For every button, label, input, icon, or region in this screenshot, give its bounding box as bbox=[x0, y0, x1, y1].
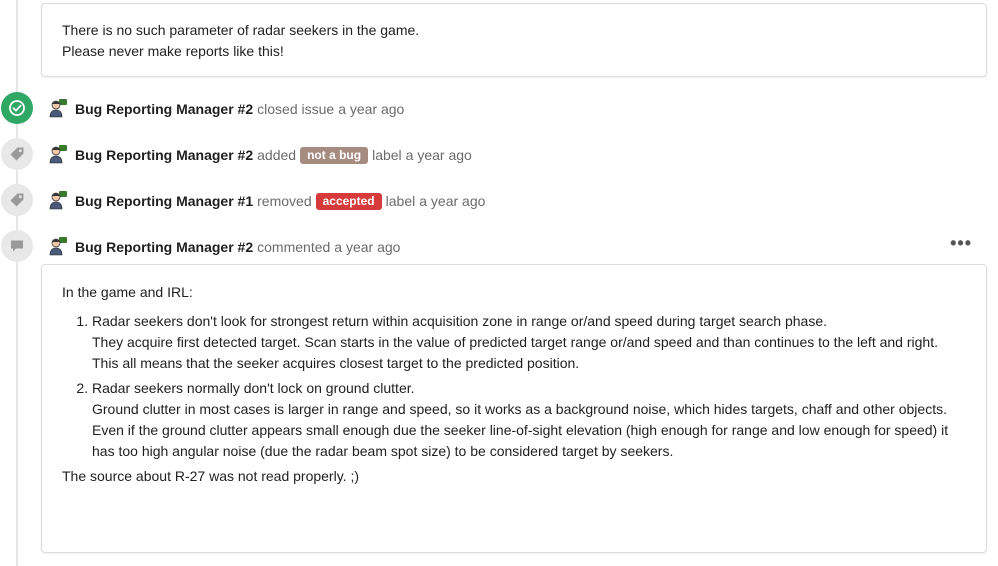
list-item: Radar seekers normally don't lock on gro… bbox=[92, 378, 966, 462]
list-item-line: Radar seekers don't look for strongest r… bbox=[92, 313, 827, 329]
avatar[interactable] bbox=[48, 98, 68, 118]
avatar[interactable] bbox=[48, 236, 68, 256]
avatar[interactable] bbox=[48, 144, 68, 164]
event-suffix: label bbox=[372, 147, 402, 163]
event-time[interactable]: a year ago bbox=[334, 237, 400, 257]
list-item-line: This all means that the seeker acquires … bbox=[92, 355, 580, 371]
label-accepted[interactable]: accepted bbox=[315, 192, 382, 210]
event-text: Bug Reporting Manager #1 removed accepte… bbox=[75, 191, 485, 211]
timeline-line bbox=[16, 0, 18, 566]
comment-card: In the game and IRL: Radar seekers don't… bbox=[41, 264, 987, 553]
label-not-a-bug[interactable]: not a bug bbox=[300, 146, 369, 164]
comment-icon bbox=[1, 230, 33, 262]
issue-timeline: There is no such parameter of radar seek… bbox=[0, 0, 998, 566]
event-action: added bbox=[257, 147, 297, 163]
comment-intro: In the game and IRL: bbox=[62, 284, 193, 300]
event-text: Bug Reporting Manager #2 added not a bug… bbox=[75, 145, 472, 165]
more-options-icon[interactable]: ••• bbox=[950, 234, 972, 252]
event-suffix: label bbox=[385, 193, 416, 209]
avatar[interactable] bbox=[48, 190, 68, 210]
comment-outro: The source about R-27 was not read prope… bbox=[62, 468, 360, 484]
comment-card: There is no such parameter of radar seek… bbox=[41, 3, 987, 77]
event-action: commented bbox=[257, 239, 331, 255]
comment-line: Please never make reports like this! bbox=[62, 43, 284, 59]
author-link[interactable]: Bug Reporting Manager #2 bbox=[75, 237, 253, 257]
event-removed-label: Bug Reporting Manager #1 removed accepte… bbox=[0, 184, 998, 218]
author-link[interactable]: Bug Reporting Manager #2 bbox=[75, 99, 253, 119]
event-time[interactable]: a year ago bbox=[338, 99, 404, 119]
comment-line: There is no such parameter of radar seek… bbox=[62, 22, 420, 38]
comment-list: Radar seekers don't look for strongest r… bbox=[62, 311, 966, 462]
author-link[interactable]: Bug Reporting Manager #2 bbox=[75, 145, 253, 165]
event-text: Bug Reporting Manager #2 commented a yea… bbox=[75, 237, 400, 257]
list-item-line: Even if the ground clutter appears small… bbox=[92, 422, 949, 459]
list-item: Radar seekers don't look for strongest r… bbox=[92, 311, 966, 374]
event-action: closed issue bbox=[257, 101, 335, 117]
event-time[interactable]: a year ago bbox=[419, 191, 485, 211]
tag-icon bbox=[1, 138, 33, 170]
check-circle-icon bbox=[1, 92, 33, 124]
event-commented: Bug Reporting Manager #2 commented a yea… bbox=[0, 230, 998, 264]
list-item-line: Radar seekers normally don't lock on gro… bbox=[92, 380, 415, 396]
event-text: Bug Reporting Manager #2 closed issue a … bbox=[75, 99, 404, 119]
event-added-label: Bug Reporting Manager #2 added not a bug… bbox=[0, 138, 998, 172]
tag-icon bbox=[1, 184, 33, 216]
event-time[interactable]: a year ago bbox=[406, 145, 472, 165]
author-link[interactable]: Bug Reporting Manager #1 bbox=[75, 191, 253, 211]
event-action: removed bbox=[257, 193, 312, 209]
list-item-line: They acquire first detected target. Scan… bbox=[92, 334, 938, 350]
list-item-line: Ground clutter in most cases is larger i… bbox=[92, 401, 947, 417]
event-closed-issue: Bug Reporting Manager #2 closed issue a … bbox=[0, 92, 998, 126]
